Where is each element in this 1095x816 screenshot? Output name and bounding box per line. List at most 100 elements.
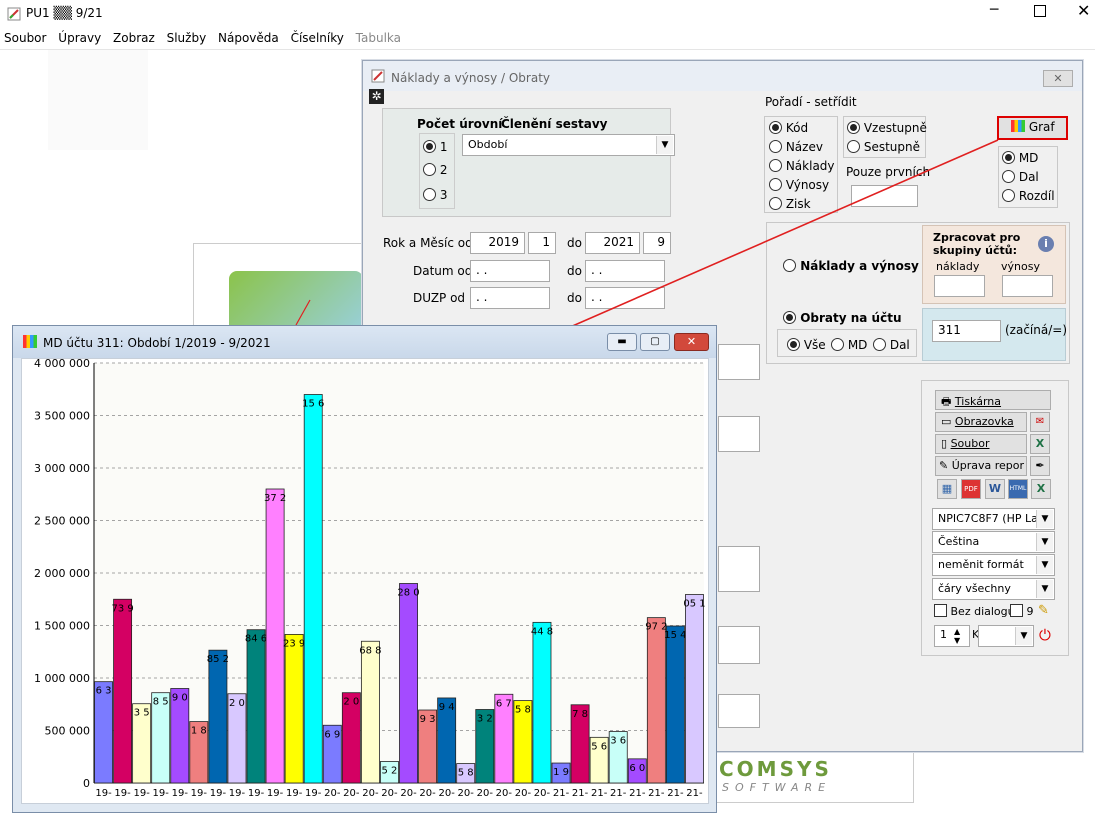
rok-to-year[interactable]: 2021 [585, 232, 640, 254]
html-icon[interactable]: HTML [1008, 479, 1028, 499]
chart-maximize-icon[interactable]: ▢ [640, 333, 670, 351]
chevron-down-icon: ▼ [1036, 556, 1053, 574]
minimize-icon[interactable]: ─ [990, 2, 1004, 22]
k-select[interactable]: ▼ [978, 625, 1034, 647]
rok-from-month[interactable]: 1 [528, 232, 556, 254]
duzp-to[interactable]: . . [585, 287, 665, 309]
chart-window-title: MD účtu 311: Období 1/2019 - 9/2021 [43, 336, 271, 350]
mode-obraty-radio[interactable]: Obraty na účtu [783, 311, 901, 325]
side-dal-radio[interactable]: Dal [1002, 170, 1039, 184]
level-2-radio[interactable]: 2 [423, 163, 447, 177]
calendar-icon[interactable]: ▦ [937, 479, 957, 499]
x-tick-label: 20- [515, 788, 532, 799]
datum-from[interactable]: . . [470, 260, 550, 282]
field-behind-5[interactable] [718, 694, 760, 728]
mode-naklady-radio[interactable]: Náklady a výnosy [783, 259, 919, 273]
bar-data-label: 3 5 [134, 708, 150, 719]
sort-vynosy-radio[interactable]: Výnosy [769, 178, 829, 192]
bar-data-label: 6 3 [96, 686, 112, 697]
word-icon[interactable]: W [985, 479, 1005, 499]
y-tick-label: 0 [83, 777, 90, 790]
bar-data-label: 9 4 [439, 702, 455, 713]
sort-zisk-radio[interactable]: Zisk [769, 197, 811, 211]
copies-input[interactable]: 1 [934, 625, 970, 647]
format-select[interactable]: neměnit formát ▼ [932, 554, 1055, 576]
datum-to[interactable]: . . [585, 260, 665, 282]
power-icon[interactable]: ⏻ [1039, 626, 1051, 644]
language-select[interactable]: Čeština ▼ [932, 531, 1055, 553]
copies-spinner-icon[interactable]: ▲ ▼ [954, 627, 960, 645]
lines-select[interactable]: čáry všechny ▼ [932, 578, 1055, 600]
pen-icon[interactable]: ✒ [1030, 456, 1050, 476]
settings-gear-icon[interactable]: ✲ [369, 89, 384, 104]
bar-data-label: 5 8 [458, 768, 474, 779]
bar-data-label: 73 9 [111, 603, 133, 614]
chart-window-icon [23, 335, 37, 348]
account-input[interactable]: 311 [932, 320, 1001, 342]
email-icon[interactable]: ✉ [1030, 412, 1050, 432]
uprava-reportu-button[interactable]: ✎ Úprava repor [935, 456, 1027, 476]
bez-dialogu-checkbox[interactable]: Bez dialogu [934, 604, 1015, 618]
menu-upravy[interactable]: Úpravy [54, 28, 105, 48]
field-behind-1[interactable] [718, 344, 760, 380]
obraty-vse-radio[interactable]: Vše [787, 338, 826, 352]
duzp-from[interactable]: . . [470, 287, 550, 309]
maximize-icon[interactable] [1034, 5, 1046, 17]
chevron-down-icon: ▼ [1036, 580, 1053, 598]
chart-close-icon[interactable]: ✕ [674, 333, 709, 351]
level-1-radio[interactable]: 1 [423, 140, 447, 154]
side-rozdil-radio[interactable]: Rozdíl [1002, 189, 1055, 203]
pdf-icon[interactable]: PDF [961, 479, 981, 499]
field-behind-3[interactable] [718, 546, 760, 592]
x-tick-label: 21- [553, 788, 570, 799]
soubor-button[interactable]: ▯ Soubor [935, 434, 1027, 454]
bar [94, 681, 113, 784]
graf-label: Graf [1028, 120, 1055, 134]
chart-plot-area: 0 500 000 1 000 000 1 500 000 2 000 000 2 500… [21, 358, 709, 804]
nine-checkbox[interactable]: 9 [1010, 604, 1034, 618]
graf-button[interactable]: Graf [997, 116, 1068, 140]
naklady-group-input[interactable] [934, 275, 985, 297]
info-icon[interactable]: i [1038, 236, 1054, 252]
sort-naklady-radio[interactable]: Náklady [769, 159, 835, 173]
x-tick-label: 19- [172, 788, 189, 799]
close-icon[interactable]: ✕ [1077, 1, 1090, 20]
menu-bar: Soubor Úpravy Zobraz Služby Nápověda Čís… [0, 28, 1095, 50]
sort-kod-radio[interactable]: Kód [769, 121, 808, 135]
obraty-md-radio[interactable]: MD [831, 338, 867, 352]
excel-export-icon[interactable]: X [1031, 479, 1051, 499]
settings-icon[interactable]: ✎ [1038, 603, 1049, 618]
dialog-close-button[interactable]: ✕ [1043, 70, 1073, 87]
bar [532, 621, 552, 784]
only-first-label: Pouze prvních [846, 165, 931, 179]
rok-to-month[interactable]: 9 [643, 232, 671, 254]
menu-soubor[interactable]: Soubor [0, 28, 50, 48]
obrazovka-button[interactable]: ▭ Obrazovka [935, 412, 1027, 432]
tiskarna-button[interactable]: 🖶 Tiskárna [935, 390, 1051, 410]
menu-sluzby[interactable]: Služby [163, 28, 211, 48]
menu-ciselniky[interactable]: Číselníky [287, 28, 348, 48]
obraty-dal-radio[interactable]: Dal [873, 338, 910, 352]
bar-data-label: 6 7 [496, 698, 512, 709]
menu-zobraz[interactable]: Zobraz [109, 28, 159, 48]
sort-nazev-radio[interactable]: Název [769, 140, 823, 154]
field-behind-2[interactable] [718, 416, 760, 452]
printer-select[interactable]: NPIC7C8F7 (HP Lase ▼ [932, 508, 1055, 530]
only-first-input[interactable] [851, 185, 918, 207]
bar-data-label: 6 0 [629, 763, 645, 774]
order-desc-radio[interactable]: Sestupně [847, 140, 920, 154]
level-3-radio[interactable]: 3 [423, 188, 447, 202]
rok-from-year[interactable]: 2019 [470, 232, 525, 254]
order-asc-radio[interactable]: Vzestupně [847, 121, 927, 135]
vynosy-group-input[interactable] [1002, 275, 1053, 297]
levels-box: Počet úrovní Členění sestavy 1 2 3 Obdob… [382, 108, 675, 217]
chart-minimize-icon[interactable]: ▬ [607, 333, 637, 351]
x-tick-label: 20- [400, 788, 417, 799]
field-behind-4[interactable] [718, 626, 760, 664]
excel-icon[interactable]: X [1030, 434, 1050, 454]
bar [399, 583, 418, 784]
breakdown-select[interactable]: Období ▼ [462, 134, 675, 156]
bar [646, 617, 666, 784]
menu-napoveda[interactable]: Nápověda [214, 28, 283, 48]
side-md-radio[interactable]: MD [1002, 151, 1038, 165]
